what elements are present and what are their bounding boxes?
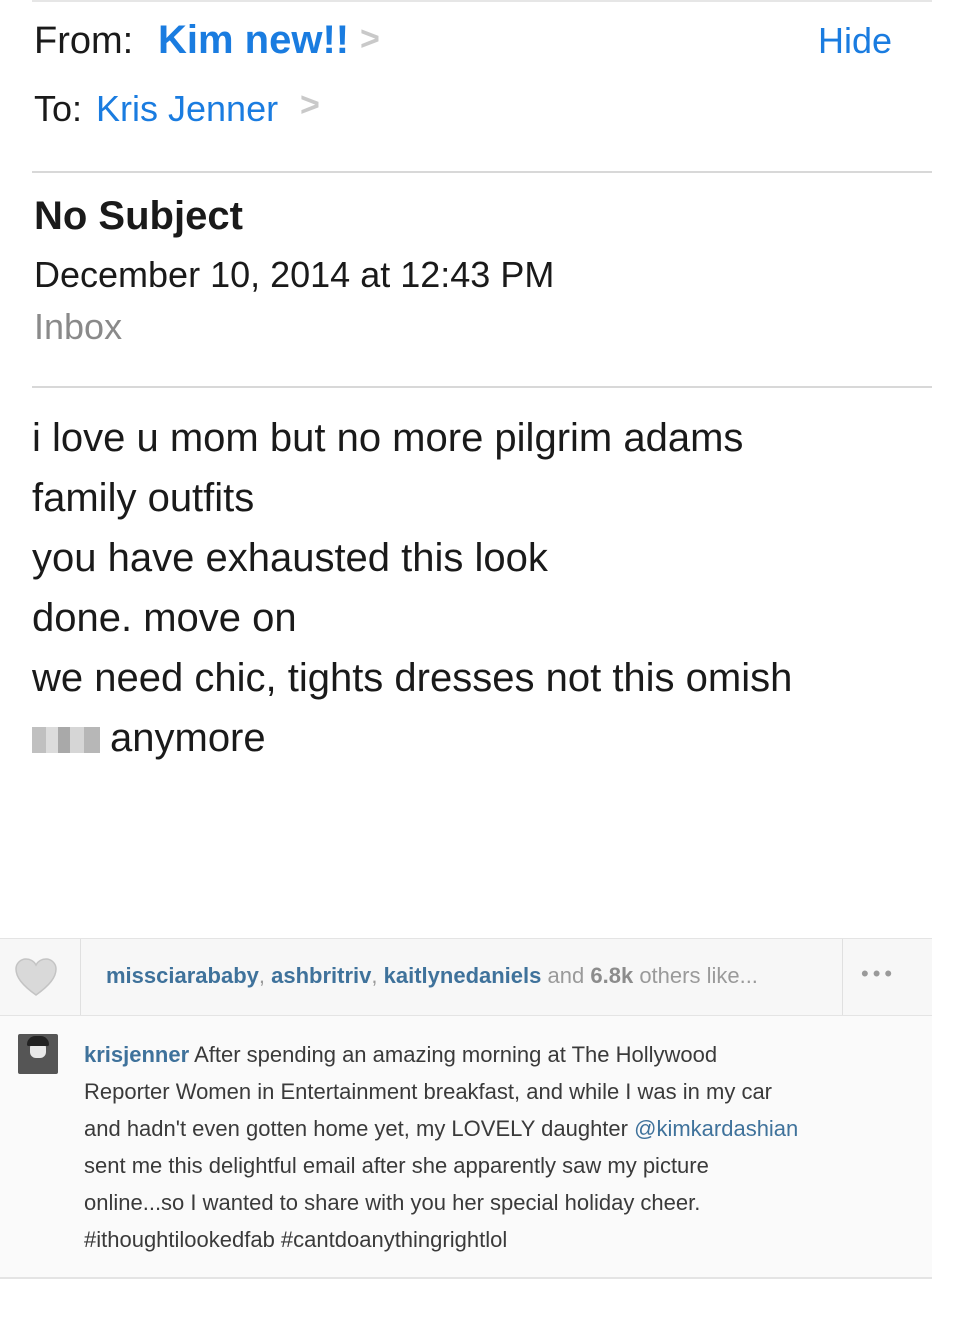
caption-line: Reporter Women in Entertainment breakfas… xyxy=(84,1079,773,1104)
top-border xyxy=(32,0,932,2)
chevron-right-icon[interactable]: > xyxy=(300,86,320,125)
to-label: To: xyxy=(34,88,83,129)
email-folder[interactable]: Inbox xyxy=(34,306,122,348)
more-options-button[interactable]: ••• xyxy=(842,939,933,1015)
heart-icon xyxy=(15,958,57,996)
separator: , xyxy=(258,963,265,988)
caption-mention[interactable]: @kimkardashian xyxy=(634,1116,798,1141)
ellipsis-icon: ••• xyxy=(861,961,897,986)
likes-count[interactable]: 6.8k xyxy=(590,963,633,988)
caption-username[interactable]: krisjenner xyxy=(84,1042,189,1067)
separator: , xyxy=(371,963,378,988)
body-line: you have exhausted this look xyxy=(32,536,548,580)
body-line: family outfits xyxy=(32,476,255,520)
body-divider xyxy=(32,386,932,388)
email-date: December 10, 2014 at 12:43 PM xyxy=(34,254,555,295)
email-body: i love u mom but no more pilgrim adams f… xyxy=(32,408,932,768)
liker-username[interactable]: kaitlynedaniels xyxy=(384,963,542,988)
like-button[interactable] xyxy=(0,939,81,1015)
likes-summary: missciarababy, ashbritriv, kaitlynedanie… xyxy=(106,963,758,989)
avatar-hair xyxy=(27,1036,49,1046)
caption-line: krisjenner After spending an amazing mor… xyxy=(84,1036,914,1073)
likes-bar: missciarababy, ashbritriv, kaitlynedanie… xyxy=(0,938,932,1016)
to-row: To: Kris Jenner > xyxy=(34,84,634,134)
caption-text: After spending an amazing morning at The… xyxy=(194,1042,718,1067)
post-caption: krisjenner After spending an amazing mor… xyxy=(84,1036,914,1258)
likes-others[interactable]: others like... xyxy=(639,963,758,988)
body-line: done. move on xyxy=(32,596,297,640)
caption-line: sent me this delightful email after she … xyxy=(84,1153,709,1178)
pixelated-word xyxy=(32,727,100,754)
header-divider xyxy=(32,171,932,173)
email-subject: No Subject xyxy=(34,194,243,238)
chevron-right-icon[interactable]: > xyxy=(360,20,380,59)
body-line: we need chic, tights dresses not this om… xyxy=(32,656,793,700)
caption-text: and hadn't even gotten home yet, my LOVE… xyxy=(84,1116,628,1141)
avatar[interactable] xyxy=(18,1034,58,1074)
caption-line: online...so I wanted to share with you h… xyxy=(84,1190,701,1215)
recipient-name[interactable]: Kris Jenner xyxy=(96,88,278,130)
sender-name[interactable]: Kim new!! xyxy=(158,18,349,63)
instagram-post-footer: missciarababy, ashbritriv, kaitlynedanie… xyxy=(0,938,932,1278)
bottom-divider xyxy=(0,1277,932,1279)
from-row: From: Kim new!! > Hide xyxy=(34,14,892,70)
liker-username[interactable]: missciarababy xyxy=(106,963,259,988)
likes-and: and xyxy=(547,963,585,988)
body-line-text: anymore xyxy=(110,716,266,760)
from-label: From: xyxy=(34,20,134,62)
caption-line: and hadn't even gotten home yet, my LOVE… xyxy=(84,1110,914,1147)
hide-button[interactable]: Hide xyxy=(818,20,892,62)
body-line: i love u mom but no more pilgrim adams xyxy=(32,416,744,460)
caption-hashtags[interactable]: #ithoughtilookedfab #cantdoanythingright… xyxy=(84,1221,914,1258)
body-line-censored: anymore xyxy=(32,708,932,768)
liker-username[interactable]: ashbritriv xyxy=(271,963,371,988)
